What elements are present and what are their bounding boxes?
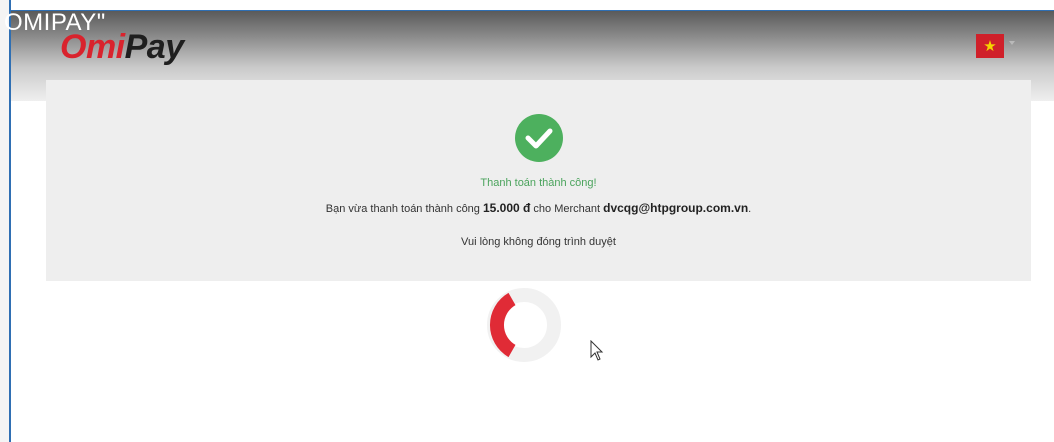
loading-spinner-icon — [485, 286, 563, 364]
detail-prefix: Bạn vừa thanh toán thành công — [325, 203, 483, 215]
flag-star-icon: ★ — [983, 37, 997, 55]
window-top-border — [0, 0, 1054, 11]
logo-omi: Omi — [60, 28, 125, 66]
logo-pay: Pay — [124, 28, 185, 66]
language-flag-icon[interactable]: ★ — [976, 34, 1004, 58]
close-browser-message: Vui lòng không đóng trình duyệt — [461, 236, 616, 248]
detail-suffix: . — [748, 203, 752, 215]
payment-detail: Bạn vừa thanh toán thành công 15.000 đ c… — [46, 201, 1031, 215]
chevron-down-icon[interactable] — [1009, 41, 1015, 45]
detail-middle: cho Merchant — [530, 203, 604, 215]
window-left-border — [0, 0, 11, 442]
merchant-email: dvcqg@htpgroup.com.vn — [603, 201, 749, 215]
success-title: Thanh toán thành công! — [480, 177, 597, 189]
payment-amount: 15.000 đ — [482, 201, 531, 215]
success-check-icon — [515, 114, 563, 162]
mouse-cursor-icon — [590, 339, 604, 367]
omipay-logo[interactable]: OmiPay — [60, 28, 184, 67]
